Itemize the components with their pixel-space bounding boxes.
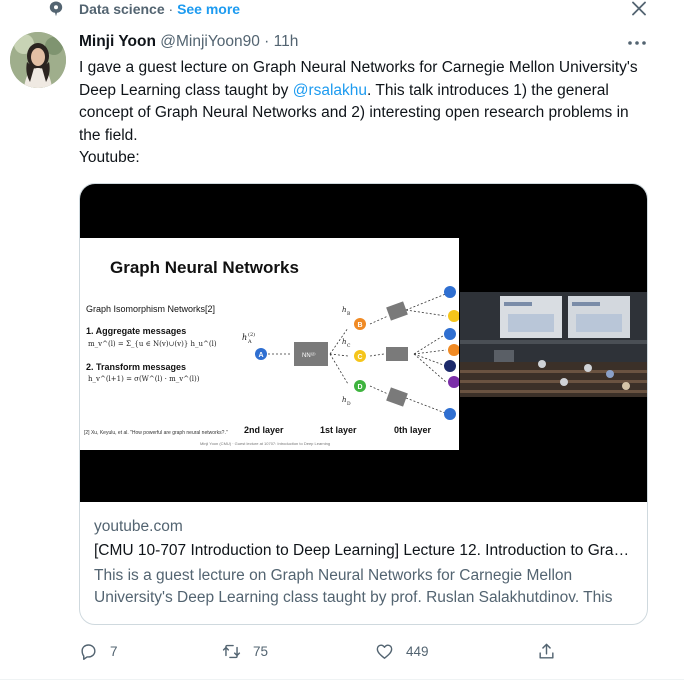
- slide-reference: [2] Xu, Keyulu, et al. "How powerful are…: [84, 430, 228, 436]
- timestamp[interactable]: 11h: [274, 33, 299, 50]
- youtube-label: Youtube:: [79, 149, 140, 166]
- slide-layer-0: 0th layer: [394, 425, 432, 435]
- topic-name[interactable]: Data science: [79, 1, 165, 17]
- svg-text:C: C: [347, 343, 351, 349]
- slide-equation-2: h_v^(l+1) = σ(W^(l) · m_v^(l)): [88, 375, 200, 383]
- tweet-text: I gave a guest lecture on Graph Neural N…: [79, 57, 649, 170]
- slide-layer-2: 2nd layer: [244, 425, 284, 435]
- gnn-diagram: A h A (2) NN⁽²⁾ B h B C h C D h D: [242, 286, 459, 420]
- svg-text:NN⁽²⁾: NN⁽²⁾: [302, 352, 316, 359]
- heart-icon: [376, 643, 393, 659]
- like-button[interactable]: 449: [375, 639, 429, 663]
- close-icon[interactable]: [628, 0, 650, 20]
- slide-step-2: 2. Transform messages: [86, 362, 187, 372]
- svg-text:C: C: [358, 354, 363, 361]
- svg-text:h: h: [342, 396, 347, 404]
- see-more-link[interactable]: See more: [177, 1, 240, 17]
- svg-text:B: B: [347, 311, 351, 317]
- card-title[interactable]: [CMU 10-707 Introduction to Deep Learnin…: [94, 541, 633, 561]
- node-a-input-2: [444, 328, 456, 340]
- lecture-room-inset: [460, 292, 647, 397]
- node-e-input: [444, 360, 456, 372]
- tweet-divider: [0, 679, 684, 680]
- mention-link[interactable]: @rsalakhu: [293, 82, 367, 99]
- svg-text:h: h: [242, 333, 247, 342]
- topic-bubble-icon: [49, 1, 63, 17]
- node-a-input-3: [444, 408, 456, 420]
- svg-text:h: h: [342, 306, 347, 314]
- slide-subtitle: Graph Isomorphism Networks[2]: [86, 304, 216, 314]
- display-name[interactable]: Minji Yoon: [79, 33, 156, 50]
- lecture-slide: Graph Neural Networks Graph Isomorphism …: [80, 238, 459, 450]
- tweet-header: Minji Yoon @MinjiYoon90 · 11h: [79, 32, 298, 52]
- header-separator: ·: [264, 33, 270, 50]
- slide-footer: Minji Yoon (CMU) · Guest lecture at 1070…: [200, 441, 331, 446]
- nn-block-b: [386, 301, 408, 321]
- slide-step-1: 1. Aggregate messages: [86, 326, 187, 336]
- svg-text:A: A: [247, 339, 252, 345]
- svg-text:D: D: [347, 401, 351, 407]
- like-count: 449: [406, 643, 429, 659]
- retweet-icon: [222, 644, 241, 658]
- node-b-input: [448, 344, 459, 356]
- topic-separator: ·: [168, 1, 174, 17]
- svg-text:B: B: [358, 322, 363, 329]
- share-button[interactable]: [537, 639, 556, 663]
- node-c-input: [448, 310, 459, 322]
- card-info[interactable]: youtube.com [CMU 10-707 Introduction to …: [80, 502, 647, 624]
- topic-bar: Data science · See more: [0, 0, 684, 20]
- link-card[interactable]: Graph Neural Networks Graph Isomorphism …: [79, 183, 648, 625]
- node-f-input: [448, 376, 459, 388]
- retweet-button[interactable]: 75: [222, 639, 268, 663]
- svg-text:h: h: [342, 338, 347, 346]
- retweet-count: 75: [253, 643, 269, 659]
- more-options-icon[interactable]: [626, 34, 648, 52]
- video-thumbnail[interactable]: Graph Neural Networks Graph Isomorphism …: [80, 184, 647, 502]
- topic-line: Data science · See more: [79, 1, 240, 18]
- slide-layer-1: 1st layer: [320, 425, 357, 435]
- card-domain: youtube.com: [94, 518, 183, 535]
- reply-icon: [81, 643, 96, 660]
- user-handle[interactable]: @MinjiYoon90: [160, 33, 260, 50]
- svg-text:(2): (2): [248, 331, 255, 338]
- svg-text:A: A: [259, 352, 264, 359]
- avatar-image: [10, 32, 66, 88]
- reply-button[interactable]: 7: [79, 639, 118, 663]
- share-icon: [539, 643, 554, 659]
- slide-equation-1: m_v^(l) = Σ_{u ∈ N(v)∪(v)} h_u^(l): [88, 340, 217, 348]
- node-a-input-1: [444, 286, 456, 298]
- nn-block-d: [386, 387, 408, 407]
- nn-block-c: [386, 347, 408, 361]
- svg-text:D: D: [358, 384, 363, 391]
- reply-count: 7: [110, 643, 118, 659]
- card-description: This is a guest lecture on Graph Neural …: [94, 567, 613, 606]
- avatar[interactable]: [10, 32, 66, 88]
- tweet-actions: 7 75 449: [79, 639, 559, 663]
